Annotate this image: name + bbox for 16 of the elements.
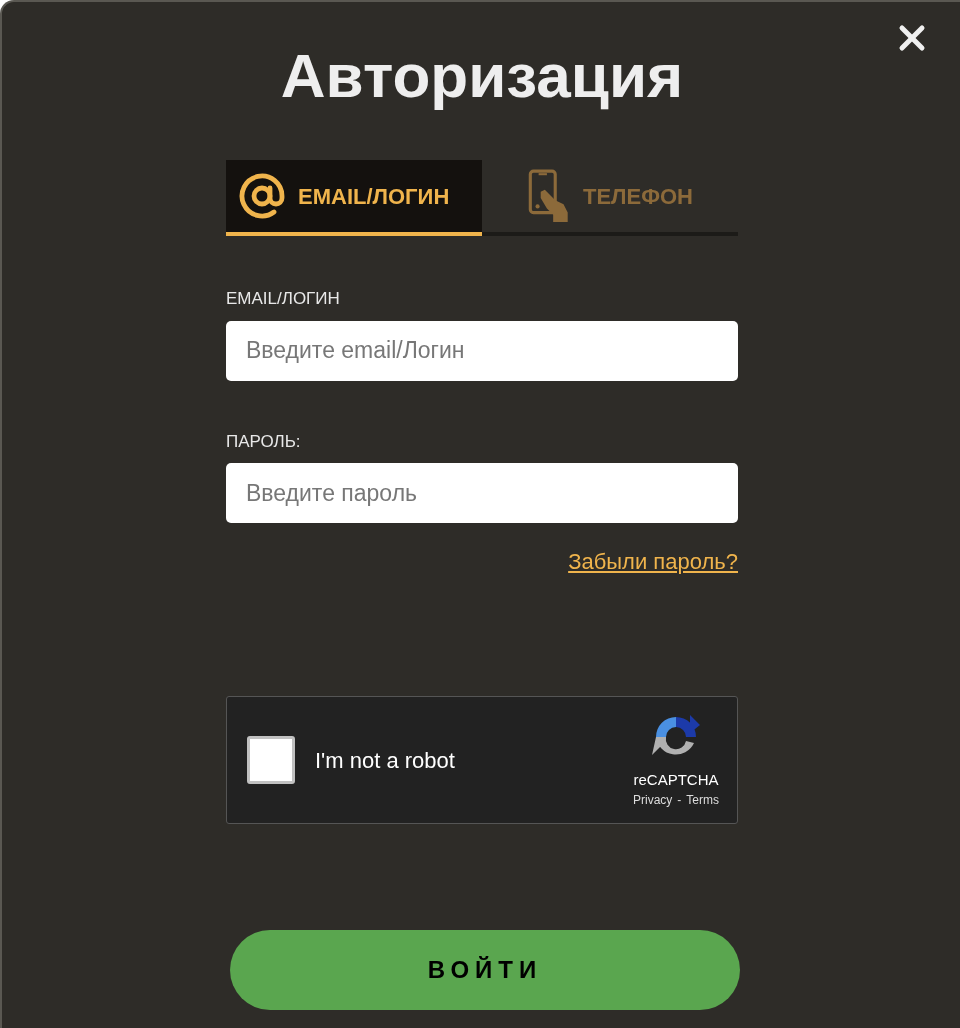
field-label: ПАРОЛЬ: bbox=[226, 430, 302, 453]
captcha-checkbox[interactable] bbox=[247, 736, 295, 784]
login-button[interactable]: ВОЙТИ bbox=[230, 930, 740, 1010]
recaptcha-brand: reCAPTCHA bbox=[633, 769, 719, 790]
forgot-password-link[interactable]: Забыли пароль? bbox=[568, 545, 738, 578]
login-method-tab[interactable]: EMAIL/ЛОГИН bbox=[226, 160, 482, 236]
input-field[interactable]: Введите пароль bbox=[226, 463, 738, 523]
terms-link[interactable]: Terms bbox=[686, 791, 719, 810]
privacy-link[interactable]: Privacy bbox=[633, 791, 673, 810]
field-label: EMAIL/ЛОГИН bbox=[226, 288, 341, 310]
at-sign-icon bbox=[238, 172, 286, 220]
input-field[interactable]: Введите email/Логин bbox=[226, 320, 738, 381]
dialog-title: Авторизация bbox=[279, 40, 685, 112]
separator: - bbox=[677, 792, 682, 810]
captcha-label: I'm not a robot bbox=[315, 746, 456, 775]
phone-in-hand-icon bbox=[527, 169, 571, 223]
